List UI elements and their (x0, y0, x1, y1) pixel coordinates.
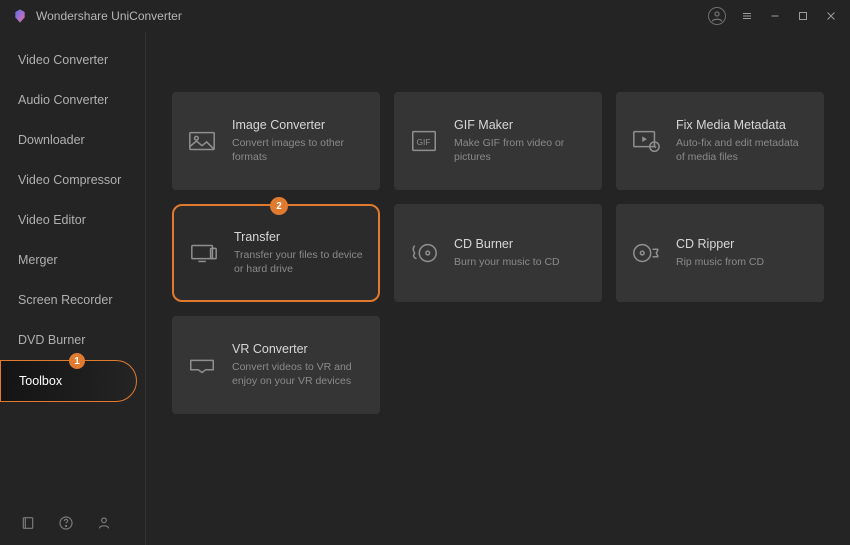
card-desc: Auto-fix and edit metadata of media file… (676, 136, 810, 164)
sidebar-item-merger[interactable]: Merger (0, 240, 145, 280)
help-icon[interactable] (58, 515, 74, 531)
card-title: CD Ripper (676, 237, 764, 251)
card-transfer[interactable]: 2 Transfer Transfer your files to device… (172, 204, 380, 302)
card-title: Fix Media Metadata (676, 118, 810, 132)
card-title: CD Burner (454, 237, 560, 251)
card-title: Transfer (234, 230, 364, 244)
cd-burner-icon (408, 237, 440, 269)
sidebar-item-video-compressor[interactable]: Video Compressor (0, 160, 145, 200)
account-icon[interactable] (708, 7, 726, 25)
app-logo-icon (12, 8, 28, 24)
image-converter-icon (186, 125, 218, 157)
card-cd-ripper[interactable]: CD Ripper Rip music from CD (616, 204, 824, 302)
gif-maker-icon: GIF (408, 125, 440, 157)
card-desc: Burn your music to CD (454, 255, 560, 269)
card-cd-burner[interactable]: CD Burner Burn your music to CD (394, 204, 602, 302)
sidebar-item-label: Toolbox (19, 374, 62, 388)
card-desc: Convert images to other formats (232, 136, 366, 164)
user-icon[interactable] (96, 515, 112, 531)
vr-converter-icon (186, 349, 218, 381)
maximize-icon[interactable] (796, 9, 810, 23)
fix-metadata-icon (630, 125, 662, 157)
card-title: VR Converter (232, 342, 366, 356)
sidebar-item-toolbox[interactable]: Toolbox 1 (0, 360, 137, 402)
content-area: Image Converter Convert images to other … (146, 32, 850, 545)
sidebar-item-video-editor[interactable]: Video Editor (0, 200, 145, 240)
minimize-icon[interactable] (768, 9, 782, 23)
titlebar: Wondershare UniConverter (0, 0, 850, 32)
card-fix-metadata[interactable]: Fix Media Metadata Auto-fix and edit met… (616, 92, 824, 190)
tutorial-icon[interactable] (20, 515, 36, 531)
sidebar-item-video-converter[interactable]: Video Converter (0, 40, 145, 80)
app-title: Wondershare UniConverter (36, 9, 182, 23)
sidebar-footer (0, 501, 145, 545)
svg-text:GIF: GIF (417, 137, 431, 147)
sidebar-item-downloader[interactable]: Downloader (0, 120, 145, 160)
card-title: GIF Maker (454, 118, 588, 132)
menu-icon[interactable] (740, 9, 754, 23)
card-desc: Transfer your files to device or hard dr… (234, 248, 364, 276)
card-image-converter[interactable]: Image Converter Convert images to other … (172, 92, 380, 190)
card-gif-maker[interactable]: GIF GIF Maker Make GIF from video or pic… (394, 92, 602, 190)
card-desc: Make GIF from video or pictures (454, 136, 588, 164)
cd-ripper-icon (630, 237, 662, 269)
sidebar-item-screen-recorder[interactable]: Screen Recorder (0, 280, 145, 320)
sidebar: Video Converter Audio Converter Download… (0, 32, 146, 545)
card-desc: Rip music from CD (676, 255, 764, 269)
tool-grid: Image Converter Convert images to other … (172, 92, 824, 414)
step-badge: 1 (69, 353, 85, 369)
step-badge: 2 (270, 197, 288, 215)
nav-list: Video Converter Audio Converter Download… (0, 40, 145, 402)
close-icon[interactable] (824, 9, 838, 23)
card-title: Image Converter (232, 118, 366, 132)
window-controls (708, 7, 838, 25)
transfer-icon (188, 237, 220, 269)
card-desc: Convert videos to VR and enjoy on your V… (232, 360, 366, 388)
card-vr-converter[interactable]: VR Converter Convert videos to VR and en… (172, 316, 380, 414)
sidebar-item-audio-converter[interactable]: Audio Converter (0, 80, 145, 120)
